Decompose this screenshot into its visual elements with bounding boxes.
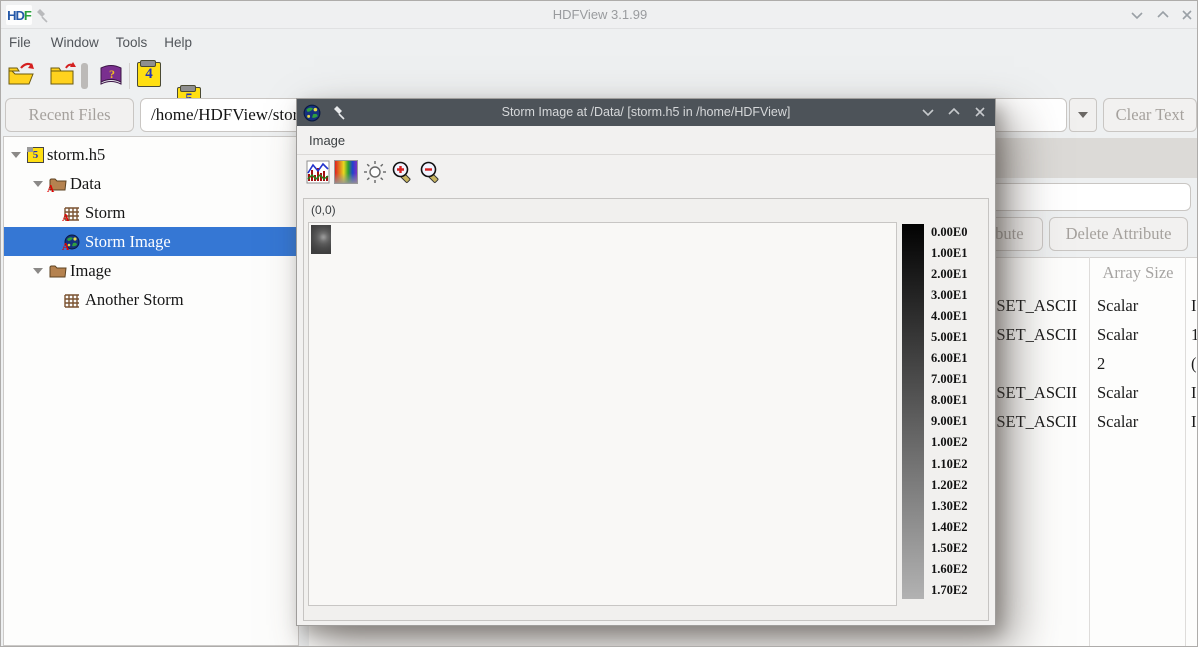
hdf4-file-icon[interactable]: 4 xyxy=(137,62,161,87)
new-folder-icon[interactable] xyxy=(49,62,77,88)
colorbar-tick: 0.00E0 xyxy=(931,225,987,239)
tree-item-storm-image[interactable]: A Storm Image xyxy=(4,227,298,256)
table-cell-value: I xyxy=(1191,378,1198,407)
toolbar-separator xyxy=(81,63,88,89)
tree-item-another-storm[interactable]: Another Storm xyxy=(4,285,298,314)
file-tree-panel: 5 storm.h5 A Data A Storm xyxy=(3,136,299,646)
menu-file[interactable]: File xyxy=(9,35,31,50)
colorbar-tick: 1.60E2 xyxy=(931,562,987,576)
colorbar-tick: 1.40E2 xyxy=(931,520,987,534)
grayscale-colorbar xyxy=(902,224,924,599)
column-header-array-size[interactable]: Array Size xyxy=(1091,257,1185,289)
table-cell-value: 1 xyxy=(1191,320,1198,349)
tree-item-image-group[interactable]: Image xyxy=(4,256,298,285)
table-cell-array-size: 2 xyxy=(1097,349,1181,378)
recent-files-button[interactable]: Recent Files xyxy=(5,98,134,132)
maximize-chevron-icon[interactable] xyxy=(1155,7,1171,23)
storm-image-dialog: Storm Image at /Data/ [storm.h5 in /home… xyxy=(296,98,996,626)
zoom-out-icon[interactable] xyxy=(419,160,443,184)
colorbar-tick: 7.00E1 xyxy=(931,372,987,386)
colorbar-tick: 6.00E1 xyxy=(931,351,987,365)
colorbar-tick: 2.00E1 xyxy=(931,267,987,281)
menu-image[interactable]: Image xyxy=(309,133,345,148)
path-dropdown-button[interactable] xyxy=(1069,98,1097,132)
folder-icon xyxy=(49,263,67,279)
storm-image-thumbnail[interactable] xyxy=(311,225,331,254)
tree-item-storm[interactable]: A Storm xyxy=(4,198,298,227)
tree-item-data-group[interactable]: A Data xyxy=(4,169,298,198)
brightness-icon[interactable] xyxy=(363,160,387,184)
menu-help[interactable]: Help xyxy=(164,35,192,50)
chevron-down-icon xyxy=(1078,112,1088,118)
colorbar-tick: 9.00E1 xyxy=(931,414,987,428)
palette-icon[interactable] xyxy=(334,160,358,184)
table-cell-value: I xyxy=(1191,291,1198,320)
table-column-divider xyxy=(1185,257,1186,646)
table-cell-array-size: Scalar xyxy=(1097,291,1181,320)
pixel-coordinate-readout: (0,0) xyxy=(311,203,336,217)
hdf-logo-icon: HDF xyxy=(6,5,32,25)
main-menubar: File Window Tools Help xyxy=(1,29,1198,55)
dialog-title: Storm Image at /Data/ [storm.h5 in /home… xyxy=(297,99,995,126)
maximize-chevron-icon[interactable] xyxy=(946,104,962,120)
image-canvas[interactable] xyxy=(308,222,897,606)
colorbar-tick: 1.20E2 xyxy=(931,478,987,492)
dialog-menubar: Image xyxy=(297,126,995,155)
colorbar-tick: 1.00E1 xyxy=(931,246,987,260)
colorbar-tick: 1.50E2 xyxy=(931,541,987,555)
tree-item-storm-h5[interactable]: 5 storm.h5 xyxy=(4,140,298,169)
expander-icon[interactable] xyxy=(33,181,43,187)
table-cell-array-size: Scalar xyxy=(1097,378,1181,407)
colorbar-tick: 1.30E2 xyxy=(931,499,987,513)
table-cell-array-size: Scalar xyxy=(1097,320,1181,349)
hdf5-file-icon: 5 xyxy=(27,147,44,163)
colorbar-tick: 3.00E1 xyxy=(931,288,987,302)
close-icon[interactable] xyxy=(972,104,988,120)
image-globe-icon: A xyxy=(64,234,82,250)
colorbar-tick: 5.00E1 xyxy=(931,330,987,344)
table-cell-array-size: Scalar xyxy=(1097,407,1181,436)
open-file-icon[interactable] xyxy=(7,62,37,88)
folder-icon: A xyxy=(49,176,67,192)
table-column-divider xyxy=(1089,257,1090,646)
minimize-chevron-icon[interactable] xyxy=(920,104,936,120)
help-book-icon[interactable]: ? xyxy=(97,62,125,88)
colorbar-tick: 1.70E2 xyxy=(931,583,987,597)
expander-icon[interactable] xyxy=(11,152,21,158)
hdfview-main-window: HDFView 3.1.99 HDF File Window Tools Hel… xyxy=(0,0,1198,647)
minimize-chevron-icon[interactable] xyxy=(1129,7,1145,23)
pin-icon xyxy=(34,8,49,23)
zoom-in-icon[interactable] xyxy=(391,160,415,184)
menu-window[interactable]: Window xyxy=(51,35,99,50)
close-icon[interactable] xyxy=(1179,7,1195,23)
expander-icon[interactable] xyxy=(33,268,43,274)
delete-attribute-button[interactable]: Delete Attribute xyxy=(1049,217,1188,251)
colorbar-tick: 1.00E2 xyxy=(931,435,987,449)
clear-text-button[interactable]: Clear Text xyxy=(1103,98,1197,132)
svg-text:?: ? xyxy=(109,67,115,81)
table-cell-value: ( xyxy=(1191,349,1198,378)
dataset-grid-icon xyxy=(64,292,82,308)
colorbar-tick: 4.00E1 xyxy=(931,309,987,323)
colorbar-tick: 8.00E1 xyxy=(931,393,987,407)
toolbar-separator-thin xyxy=(129,63,130,89)
menu-tools[interactable]: Tools xyxy=(116,35,148,50)
image-view-panel: (0,0) 0.00E0 1.00E1 2.00E1 3.00E1 4.00E1… xyxy=(303,198,989,621)
dataset-grid-icon: A xyxy=(64,205,82,221)
chart-icon[interactable] xyxy=(306,160,330,184)
colorbar-scale-labels: 0.00E0 1.00E1 2.00E1 3.00E1 4.00E1 5.00E… xyxy=(931,225,987,597)
table-cell-value: I xyxy=(1191,407,1198,436)
colorbar-tick: 1.10E2 xyxy=(931,457,987,471)
main-window-title: HDFView 3.1.99 xyxy=(1,1,1198,29)
